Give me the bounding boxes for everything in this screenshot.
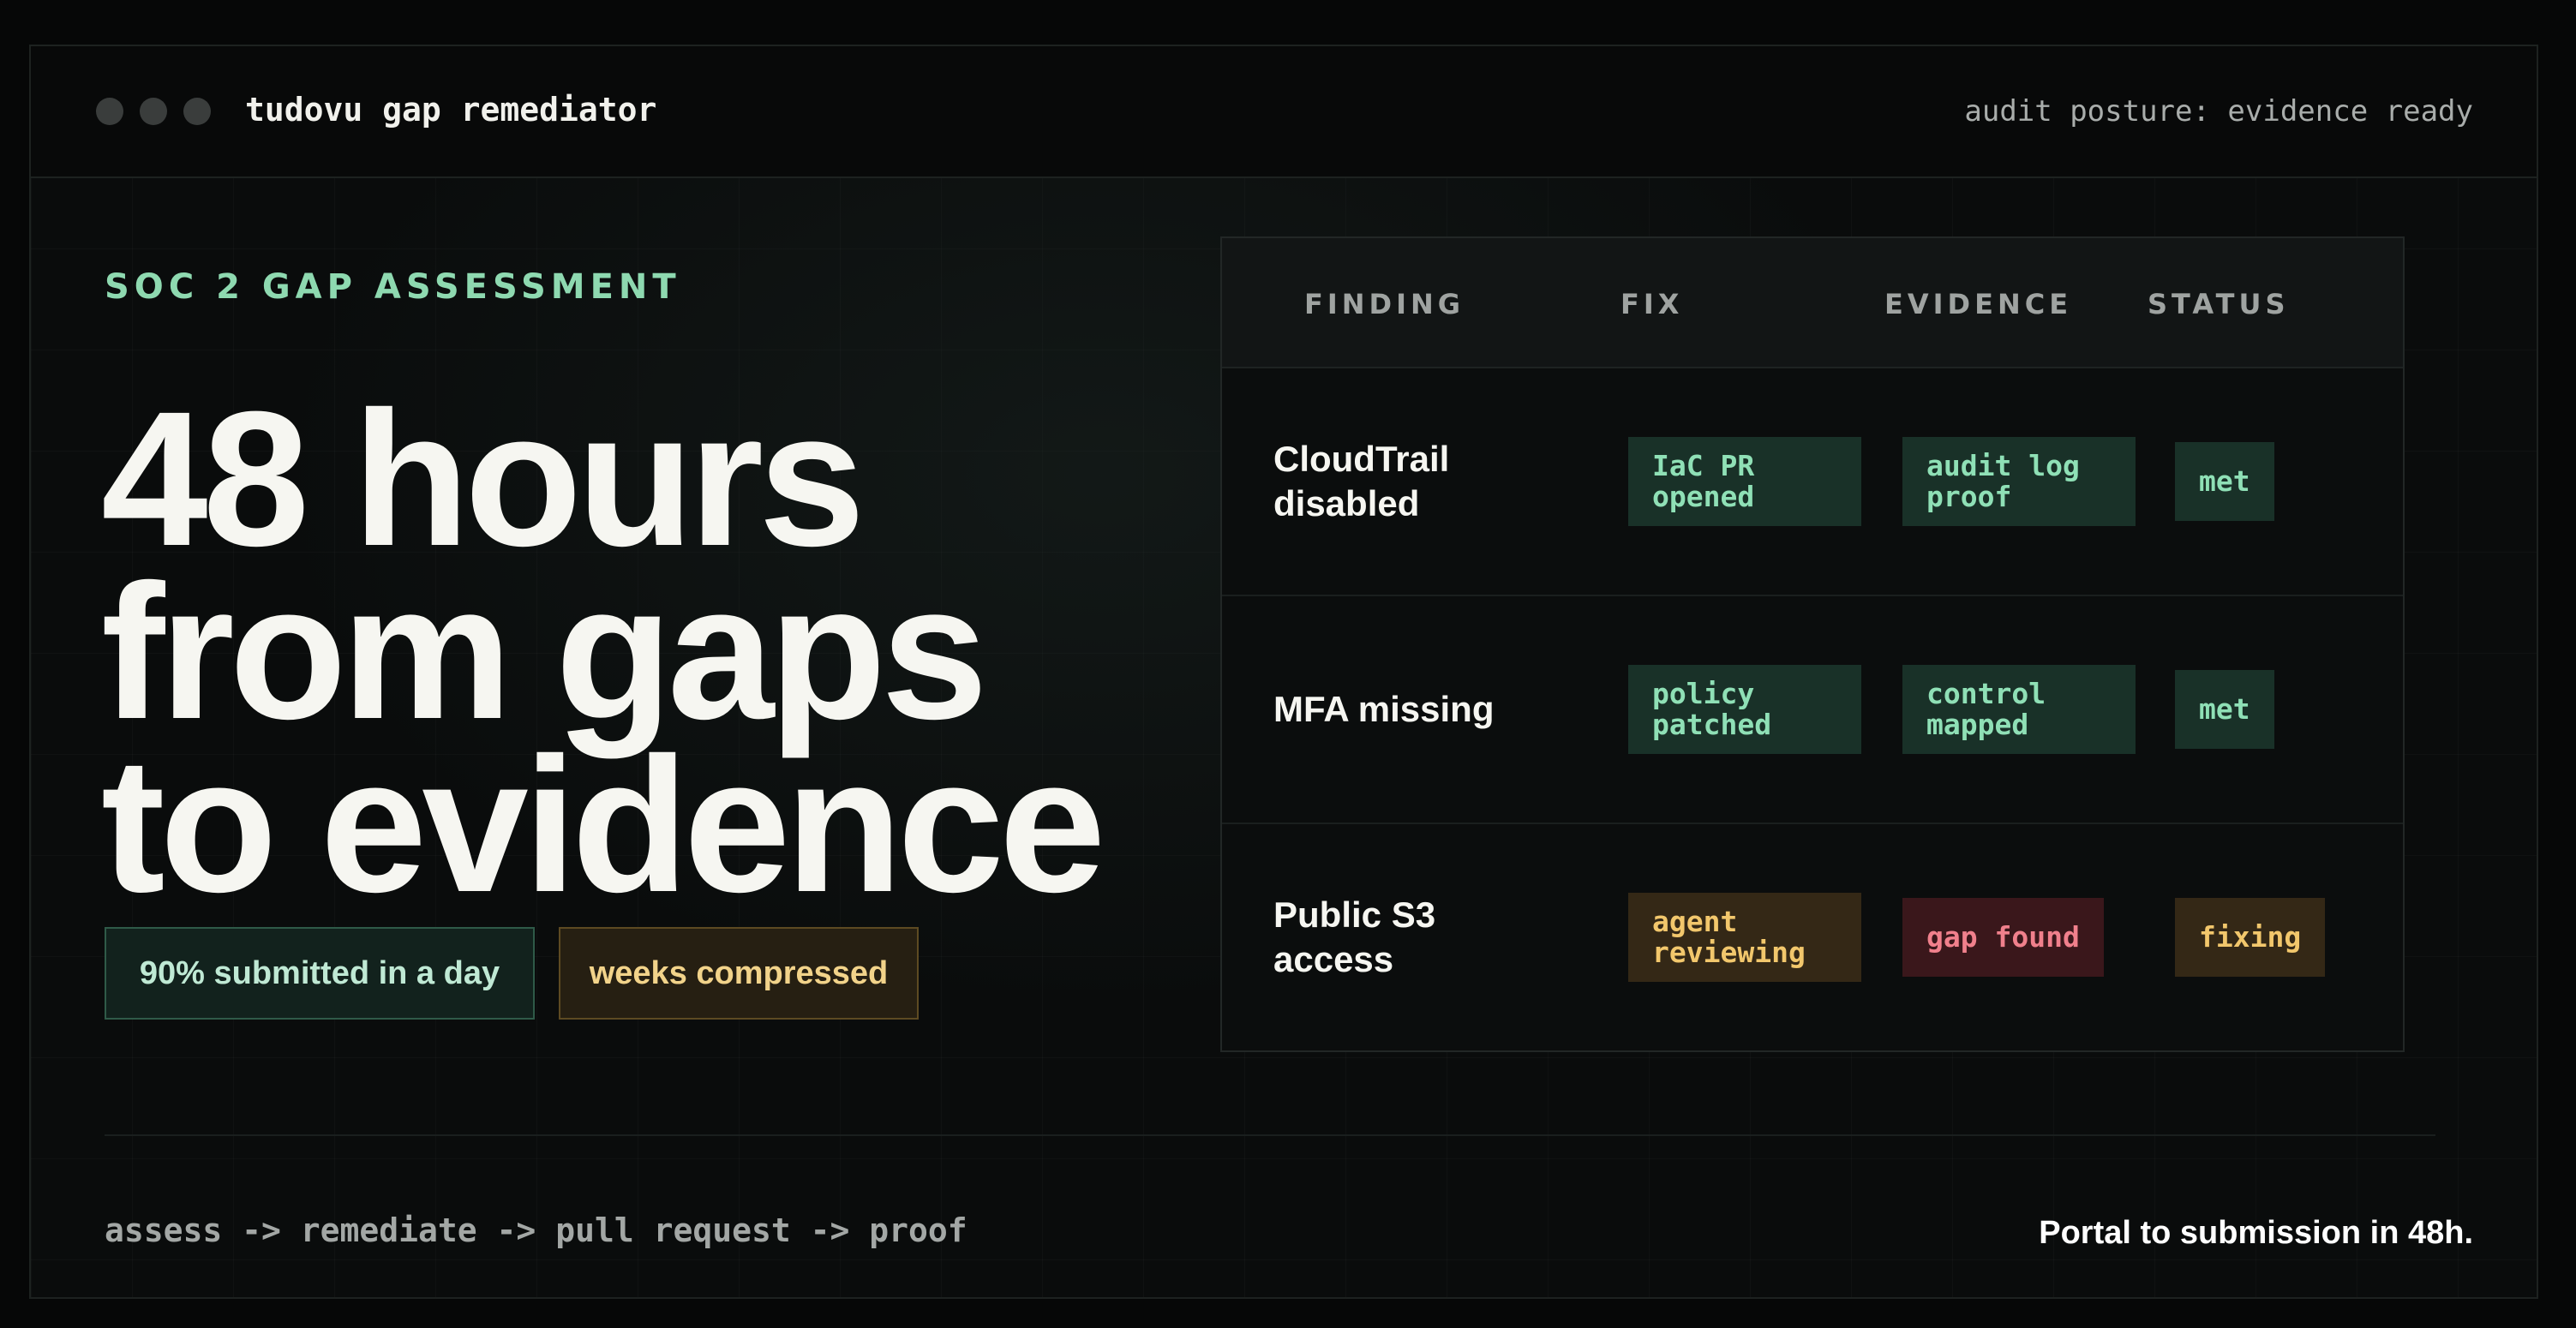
table-header: FINDING FIX EVIDENCE STATUS [1222, 238, 2403, 368]
footer-tagline: Portal to submission in 48h. [2039, 1215, 2473, 1251]
column-header-fix: FIX [1620, 288, 1684, 320]
status-badge: met [2175, 442, 2274, 521]
headline-line: 48 hours [101, 372, 866, 586]
column-header-status: STATUS [2148, 288, 2290, 320]
finding-cell: CloudTrail disabled [1273, 439, 1450, 523]
window-controls [96, 98, 211, 125]
maximize-dot-icon[interactable] [183, 98, 211, 125]
fix-tag[interactable]: agent reviewing [1628, 893, 1861, 982]
footer-divider [105, 1134, 2435, 1136]
section-eyebrow: SOC 2 GAP ASSESSMENT [105, 267, 681, 307]
column-header-finding: FINDING [1304, 288, 1465, 320]
minimize-dot-icon[interactable] [140, 98, 167, 125]
findings-table: FINDING FIX EVIDENCE STATUS CloudTrail d… [1220, 236, 2405, 1052]
headline-line: from gaps [101, 545, 988, 759]
app-title: tudovu gap remediator [245, 91, 657, 129]
headline-line: to evidence [101, 718, 1105, 932]
close-dot-icon[interactable] [96, 98, 123, 125]
fix-tag[interactable]: IaC PR opened [1628, 437, 1861, 526]
evidence-tag[interactable]: audit log proof [1902, 437, 2136, 526]
status-badge: fixing [2175, 898, 2326, 977]
finding-cell: MFA missing [1273, 689, 1495, 729]
compressed-badge: weeks compressed [559, 927, 919, 1020]
column-header-evidence: EVIDENCE [1884, 288, 2073, 320]
audit-posture-status: audit posture: evidence ready [1964, 94, 2473, 129]
fix-tag[interactable]: policy patched [1628, 665, 1861, 754]
finding-cell: Public S3 access [1273, 894, 1436, 979]
hero-headline: 48 hours from gaps to evidence [101, 372, 1215, 932]
evidence-tag[interactable]: control mapped [1902, 665, 2136, 754]
table-row[interactable]: Public S3 access agent reviewing gap fou… [1222, 824, 2403, 1050]
table-row[interactable]: CloudTrail disabled IaC PR opened audit … [1222, 368, 2403, 596]
workflow-steps: assess -> remediate -> pull request -> p… [105, 1211, 967, 1249]
status-badge: met [2175, 670, 2274, 749]
table-row[interactable]: MFA missing policy patched control mappe… [1222, 596, 2403, 824]
evidence-tag[interactable]: gap found [1902, 898, 2104, 977]
submitted-badge: 90% submitted in a day [105, 927, 535, 1020]
title-bar: tudovu gap remediator audit posture: evi… [31, 46, 2537, 178]
